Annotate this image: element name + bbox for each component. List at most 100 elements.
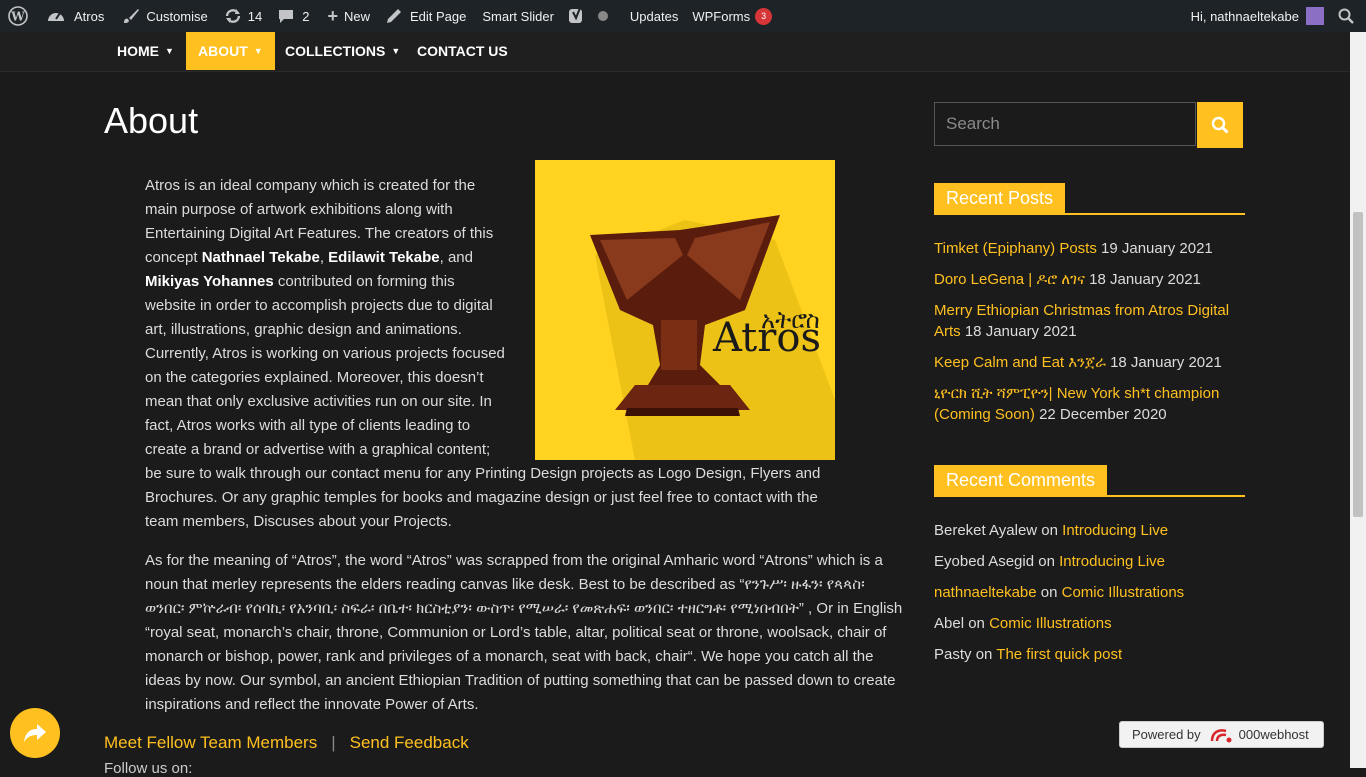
powered-brand: 000webhost [1238, 727, 1309, 742]
post-date: 18 January 2021 [964, 323, 1077, 340]
comment-post-link[interactable]: Comic Illustrations [989, 615, 1112, 632]
search-placeholder: Search [946, 114, 1000, 133]
site-name-label: Atros [74, 8, 105, 24]
main-navigation: HOME ▼ ABOUT ▼ COLLECTIONS ▼ CONTACT US [0, 32, 1350, 72]
post-date: 18 January 2021 [1089, 271, 1201, 288]
recent-comments-list: Bereket Ayalew on Introducing Live Eyobe… [934, 520, 1244, 675]
site-name-menu[interactable]: Atros [39, 0, 111, 32]
widget-title: Recent Posts [934, 183, 1066, 213]
share-button[interactable] [10, 708, 60, 758]
send-feedback-link[interactable]: Send Feedback [350, 733, 469, 752]
nav-item-home[interactable]: HOME ▼ [105, 32, 186, 70]
search-icon [1211, 116, 1229, 134]
customise-label: Customise [146, 8, 208, 24]
admin-search-button[interactable] [1331, 0, 1366, 32]
post-date: 18 January 2021 [1110, 354, 1222, 371]
comment-author: Pasty [934, 646, 972, 663]
comments-count: 2 [302, 8, 310, 24]
logo-text-latin: Atros [713, 315, 821, 361]
nav-item-about[interactable]: ABOUT ▼ [186, 32, 275, 70]
page-scrollbar[interactable] [1350, 32, 1366, 768]
smart-slider-label: Smart Slider [482, 8, 554, 24]
widget-title: Recent Comments [934, 465, 1108, 495]
post-link[interactable]: Doro LeGena | ዶሮ ለገና [934, 271, 1085, 288]
link-separator: | [331, 733, 336, 752]
customise-menu[interactable]: Customise [115, 0, 214, 32]
webhost-logo-icon [1210, 728, 1232, 742]
admin-bar: W Atros Customise 14 2 + New Edit Page S… [0, 0, 1366, 32]
comment-on: on [968, 615, 985, 632]
comment-on: on [1038, 553, 1055, 570]
comments-counter[interactable]: 2 [271, 0, 316, 32]
comment-post-link[interactable]: The first quick post [996, 646, 1122, 663]
footer-links: Meet Fellow Team Members | Send Feedback [104, 733, 469, 753]
search-input[interactable]: Search [934, 102, 1196, 146]
dashboard-icon [48, 12, 64, 21]
comment-post-link[interactable]: Introducing Live [1062, 522, 1168, 539]
scrollbar-thumb[interactable] [1353, 212, 1363, 517]
powered-by-badge[interactable]: Powered by 000webhost [1119, 721, 1324, 748]
list-item: Eyobed Asegid on Introducing Live [934, 551, 1244, 572]
nav-item-label: COLLECTIONS [285, 43, 386, 59]
about-paragraph-2: As for the meaning of “Atros”, the word … [145, 552, 903, 713]
updates-link[interactable]: Updates [623, 0, 685, 32]
text: , and [439, 249, 473, 266]
list-item: Timket (Epiphany) Posts 19 January 2021 [934, 238, 1244, 259]
comment-author: Bereket Ayalew [934, 522, 1038, 539]
yoast-seo-menu[interactable] [561, 0, 615, 32]
nav-item-contact-us[interactable]: CONTACT US [405, 32, 520, 70]
updates-count: 14 [247, 8, 263, 24]
new-content-menu[interactable]: + New [320, 0, 377, 32]
wpforms-badge: 3 [755, 7, 773, 25]
about-paragraph-1: አትሮስ Atros Atros is an ideal company whi… [145, 160, 835, 534]
post-link[interactable]: Timket (Epiphany) Posts [934, 240, 1097, 257]
refresh-icon [225, 9, 240, 23]
chevron-down-icon: ▼ [165, 46, 174, 56]
post-link[interactable]: Keep Calm and Eat እንጀራ [934, 354, 1106, 371]
follow-us-label: Follow us on: [104, 760, 193, 777]
list-item: Pasty on The first quick post [934, 644, 1244, 665]
list-item: nathnaeltekabe on Comic Illustrations [934, 582, 1244, 603]
svg-text:W: W [10, 10, 25, 24]
search-icon [1338, 8, 1354, 24]
recent-posts-header: Recent Posts [934, 183, 1245, 215]
list-item: Merry Ethiopian Christmas from Atros Dig… [934, 300, 1244, 342]
page-title: About [104, 100, 199, 141]
edit-page-label: Edit Page [410, 8, 467, 24]
seo-status-dot-icon [597, 11, 608, 21]
atros-logo-image: አትሮስ Atros [535, 160, 835, 460]
updates-counter[interactable]: 14 [217, 0, 269, 32]
comment-author-link[interactable]: nathnaeltekabe [934, 584, 1037, 601]
wpforms-menu[interactable]: WPForms 3 [685, 0, 779, 32]
recent-comments-header: Recent Comments [934, 465, 1245, 497]
chevron-down-icon: ▼ [253, 46, 263, 56]
creator-name: Edilawit Tekabe [328, 249, 440, 266]
edit-page-link[interactable]: Edit Page [379, 0, 473, 32]
greeting-label: Hi, nathnaeltekabe [1190, 8, 1299, 24]
avatar [1306, 7, 1324, 25]
comment-icon [279, 10, 294, 23]
wordpress-logo-icon[interactable]: W [0, 0, 35, 32]
comment-on: on [975, 646, 993, 663]
comment-author: Abel [934, 615, 965, 632]
comment-post-link[interactable]: Introducing Live [1059, 553, 1165, 570]
search-button[interactable] [1197, 102, 1243, 148]
team-members-link[interactable]: Meet Fellow Team Members [104, 733, 317, 752]
brush-icon [124, 9, 140, 23]
recent-posts-list: Timket (Epiphany) Posts 19 January 2021 … [934, 238, 1244, 435]
nav-item-collections[interactable]: COLLECTIONS ▼ [273, 32, 412, 70]
new-label: New [343, 8, 370, 24]
list-item: Bereket Ayalew on Introducing Live [934, 520, 1244, 541]
yoast-icon [568, 7, 582, 23]
comment-post-link[interactable]: Comic Illustrations [1062, 584, 1185, 601]
plus-icon: + [327, 5, 338, 26]
comment-on: on [1041, 522, 1058, 539]
list-item: Abel on Comic Illustrations [934, 613, 1244, 634]
smart-slider-link[interactable]: Smart Slider [475, 0, 561, 32]
nav-item-label: CONTACT US [417, 43, 508, 59]
nav-item-label: ABOUT [198, 43, 248, 59]
account-menu[interactable]: Hi, nathnaeltekabe [1184, 0, 1331, 32]
powered-label: Powered by [1132, 727, 1201, 742]
creator-name: Mikiyas Yohannes [145, 273, 274, 290]
wpforms-label: WPForms [692, 8, 751, 24]
